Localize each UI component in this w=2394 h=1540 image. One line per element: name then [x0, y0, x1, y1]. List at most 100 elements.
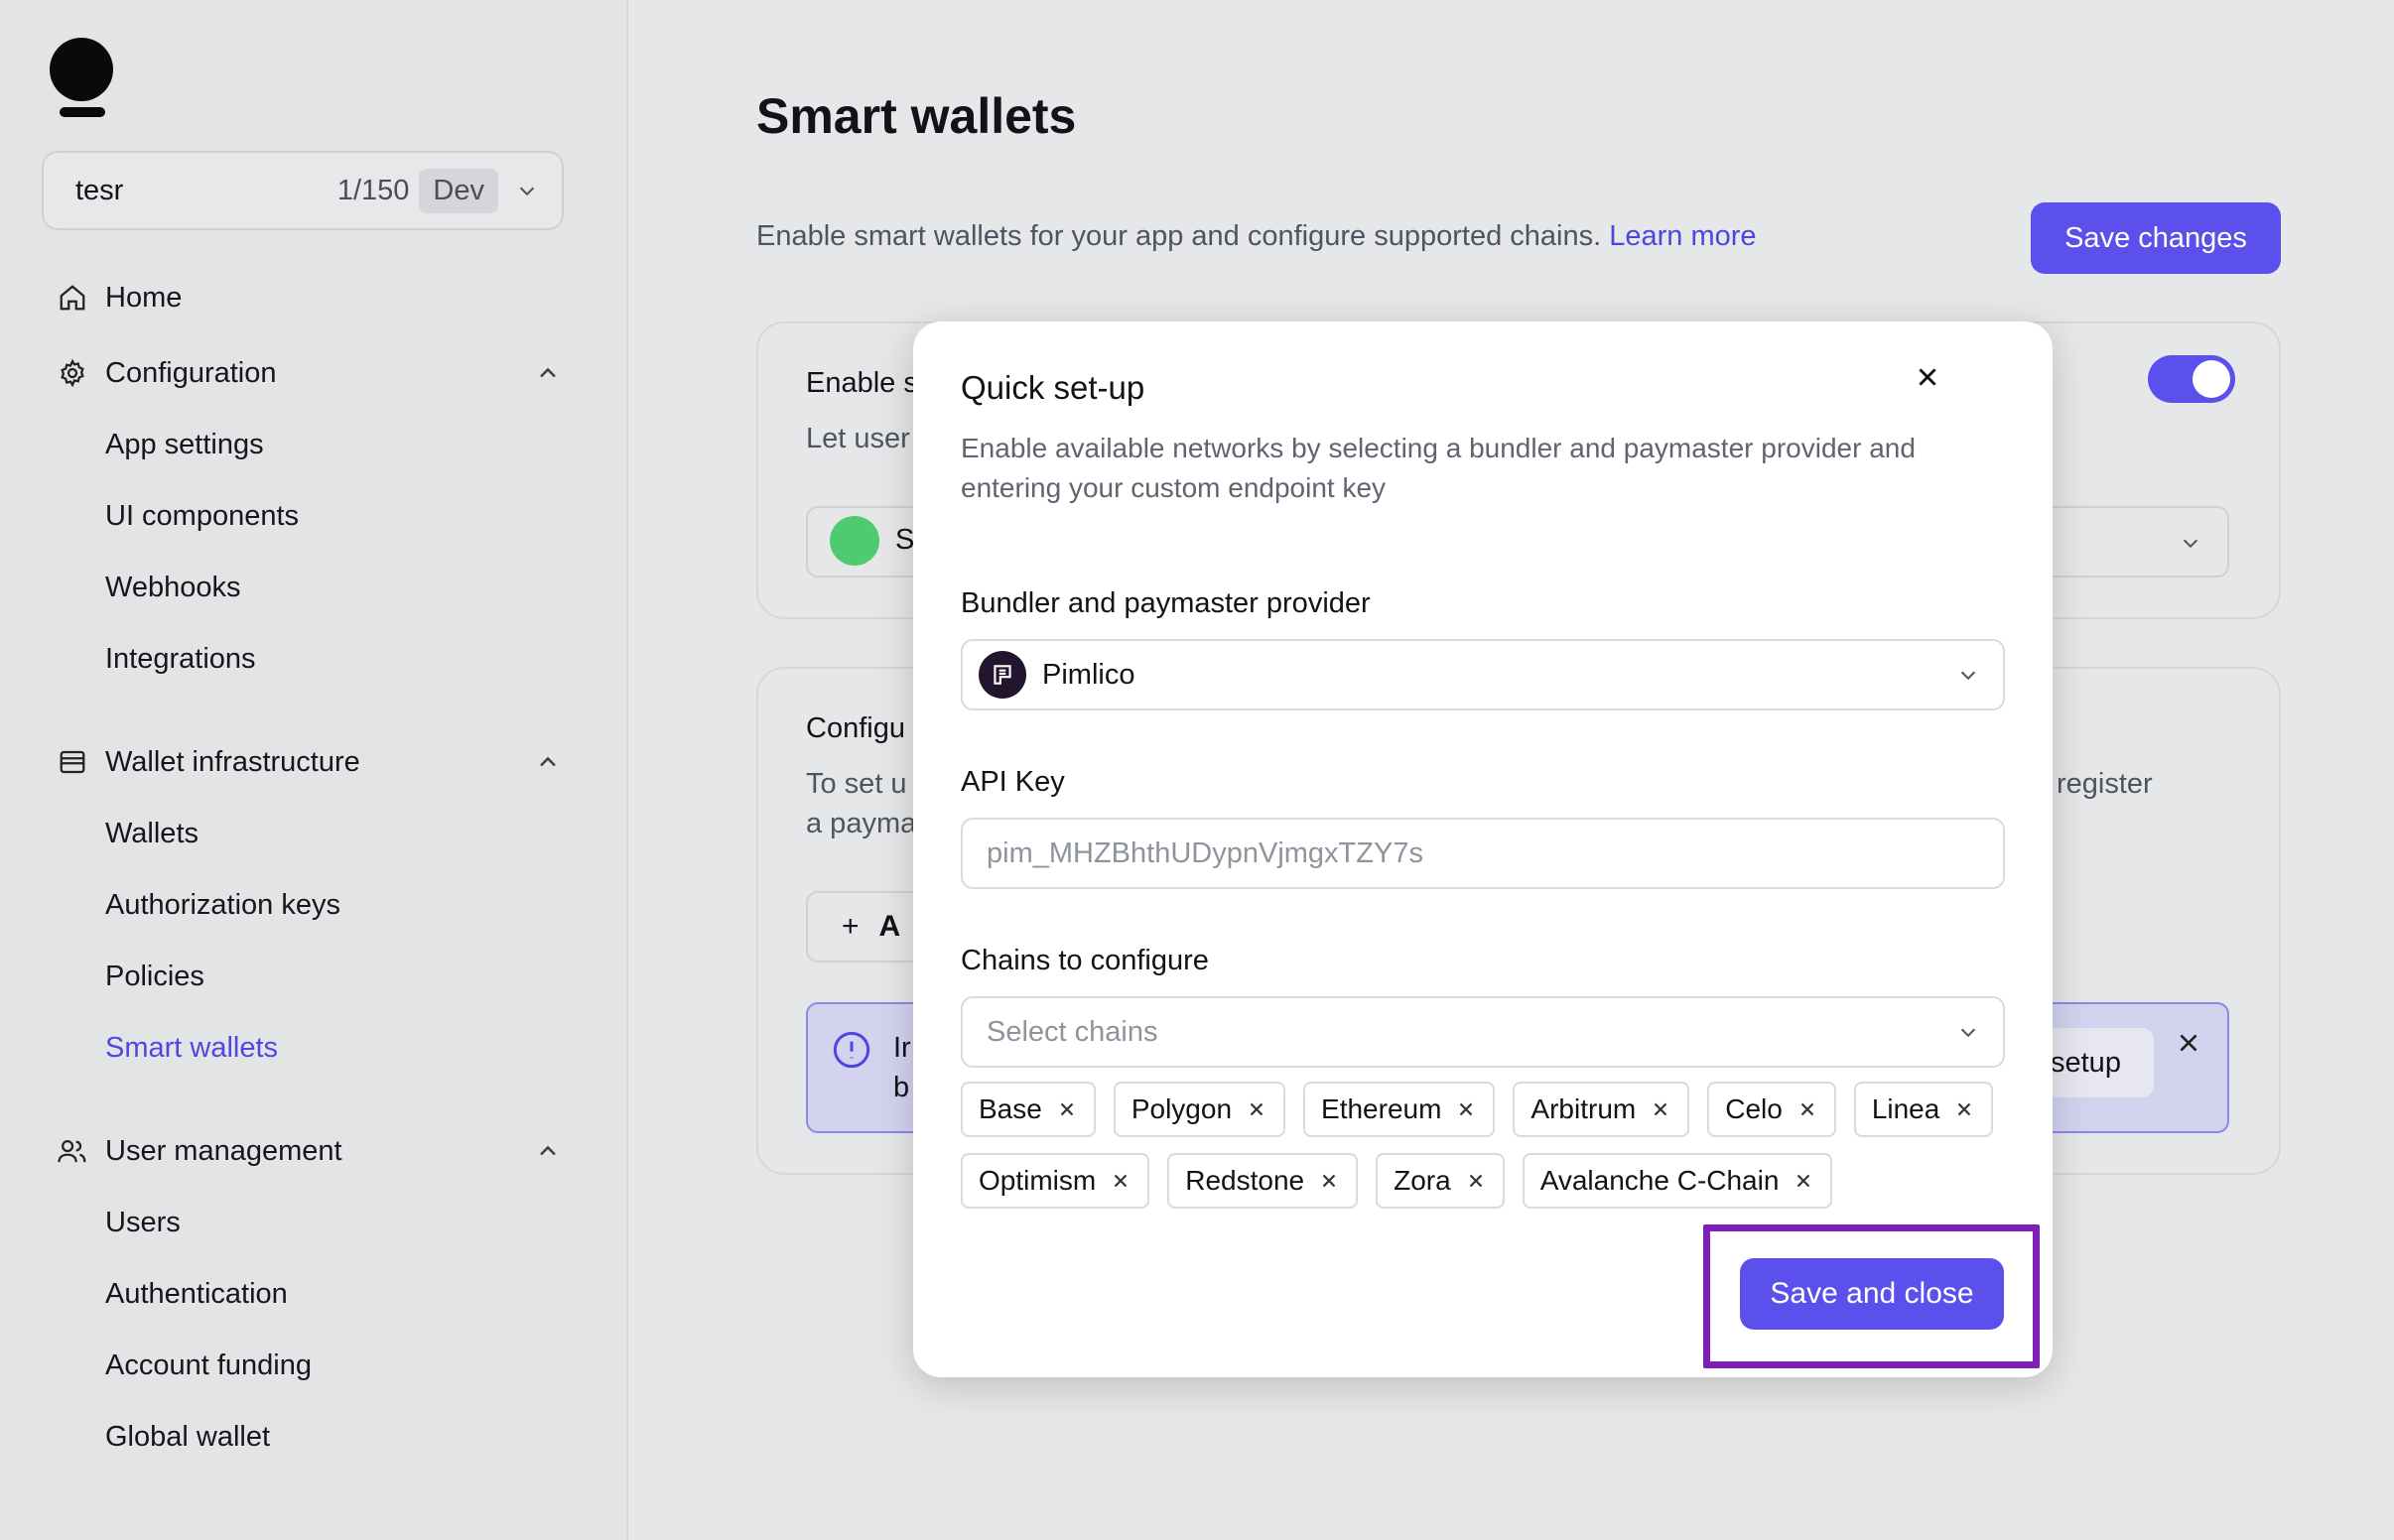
modal-close-button[interactable] — [1906, 355, 1949, 399]
home-icon — [56, 281, 89, 315]
sidebar-item-integrations[interactable]: Integrations — [105, 637, 256, 681]
sidebar-item-wallets[interactable]: Wallets — [105, 812, 199, 855]
chains-label: Chains to configure — [961, 945, 1209, 976]
remove-icon[interactable] — [1465, 1170, 1487, 1192]
card-description: a payma — [806, 808, 917, 839]
remove-icon[interactable] — [1953, 1098, 1975, 1120]
chevron-up-icon[interactable] — [534, 1137, 562, 1165]
chain-tag: Polygon — [1113, 1082, 1286, 1137]
remove-icon[interactable] — [1455, 1098, 1477, 1120]
description-text: Enable smart wallets for your app and co… — [756, 220, 1602, 252]
app-selector[interactable]: tesr 1/150 Dev — [42, 151, 564, 230]
remove-icon[interactable] — [1318, 1170, 1340, 1192]
chain-tag-label: Optimism — [979, 1165, 1097, 1196]
chain-tag: Linea — [1853, 1082, 1994, 1137]
remove-icon[interactable] — [1793, 1170, 1814, 1192]
sidebar-item-label: Wallet infrastructure — [105, 745, 360, 778]
chain-tag-label: Celo — [1725, 1093, 1783, 1124]
api-key-label: API Key — [961, 766, 1065, 798]
chevron-up-icon[interactable] — [534, 748, 562, 776]
chain-tag: Avalanche C-Chain — [1522, 1153, 1833, 1209]
chain-tag-label: Avalanche C-Chain — [1539, 1165, 1780, 1196]
chain-tag: Redstone — [1167, 1153, 1359, 1209]
sidebar-item-app-settings[interactable]: App settings — [105, 423, 264, 466]
banner-text: Ir — [893, 1032, 911, 1064]
sidebar-item-webhooks[interactable]: Webhooks — [105, 566, 241, 609]
chains-select[interactable]: Select chains — [961, 996, 2005, 1068]
chain-tag: Optimism — [961, 1153, 1150, 1209]
provider-select[interactable]: Pimlico — [961, 639, 2005, 710]
chain-tag: Zora — [1376, 1153, 1505, 1209]
sidebar-section-configuration[interactable]: Configuration — [56, 351, 277, 395]
pimlico-logo — [979, 651, 1026, 699]
remove-icon[interactable] — [1110, 1170, 1131, 1192]
app-name: tesr — [75, 174, 124, 206]
save-and-close-button[interactable]: Save and close — [1740, 1258, 2004, 1330]
env-badge: Dev — [419, 168, 498, 213]
chain-tag-label: Arbitrum — [1530, 1093, 1637, 1124]
sidebar: tesr 1/150 Dev Home Configuration App se… — [0, 0, 628, 1540]
chain-tag: Base — [961, 1082, 1096, 1137]
card-title: Enable s — [806, 367, 918, 399]
chevron-up-icon[interactable] — [534, 359, 562, 387]
chain-tag-label: Redstone — [1185, 1165, 1305, 1196]
sidebar-item-users[interactable]: Users — [105, 1201, 181, 1244]
sidebar-item-label: Configuration — [105, 356, 277, 389]
sidebar-item-policies[interactable]: Policies — [105, 955, 204, 998]
sidebar-item-smart-wallets[interactable]: Smart wallets — [105, 1026, 278, 1070]
sidebar-item-authentication[interactable]: Authentication — [105, 1272, 288, 1316]
users-icon — [56, 1134, 89, 1168]
enable-toggle[interactable] — [2148, 355, 2235, 403]
add-label: A — [878, 910, 901, 943]
close-icon[interactable] — [2176, 1030, 2201, 1056]
chevron-down-icon — [1960, 1028, 1976, 1038]
provider-logo — [830, 516, 879, 566]
banner-text: b — [893, 1072, 910, 1103]
sidebar-item-home[interactable]: Home — [56, 276, 182, 320]
selected-chains: Base Polygon Ethereum Arbitrum Celo Line… — [961, 1082, 2013, 1209]
sidebar-section-wallet-infrastructure[interactable]: Wallet infrastructure — [56, 740, 360, 784]
wallet-icon — [56, 745, 89, 779]
api-key-input[interactable]: pim_MHZBhthUDypnVjmgxTZY7s — [961, 818, 2005, 889]
modal-title: Quick set-up — [961, 369, 1145, 406]
quick-setup-modal: Quick set-up Enable available networks b… — [913, 321, 2053, 1377]
app-logo — [48, 38, 113, 119]
sidebar-item-ui-components[interactable]: UI components — [105, 494, 299, 538]
remove-icon[interactable] — [1796, 1098, 1818, 1120]
sidebar-item-label: Home — [105, 281, 183, 314]
card-description: To set u — [806, 768, 907, 800]
sidebar-item-global-wallet[interactable]: Global wallet — [105, 1415, 270, 1459]
learn-more-link[interactable]: Learn more — [1609, 220, 1756, 252]
provider-label: Bundler and paymaster provider — [961, 587, 1371, 619]
gear-icon — [56, 356, 89, 390]
remove-icon[interactable] — [1246, 1098, 1267, 1120]
api-key-placeholder: pim_MHZBhthUDypnVjmgxTZY7s — [987, 836, 1423, 869]
sidebar-item-authorization-keys[interactable]: Authorization keys — [105, 883, 340, 927]
sidebar-item-label: User management — [105, 1134, 342, 1167]
page-title: Smart wallets — [756, 88, 1077, 144]
save-changes-button[interactable]: Save changes — [2031, 202, 2281, 274]
chain-tag-label: Polygon — [1130, 1093, 1233, 1124]
chain-tag-label: Base — [979, 1093, 1042, 1124]
remove-icon[interactable] — [1056, 1098, 1078, 1120]
provider-value: Pimlico — [1042, 658, 1135, 691]
chevron-down-icon — [1960, 671, 1976, 681]
chain-tag: Ethereum — [1303, 1082, 1496, 1137]
chevron-down-icon — [519, 187, 535, 196]
chains-placeholder: Select chains — [987, 1015, 1158, 1048]
plus-icon: + — [842, 910, 860, 943]
card-description: register — [2057, 768, 2153, 800]
select-value: S — [895, 524, 915, 556]
close-icon — [1919, 368, 1936, 386]
chain-tag-label: Linea — [1871, 1093, 1940, 1124]
chevron-down-icon — [2183, 539, 2198, 549]
remove-icon[interactable] — [1650, 1098, 1671, 1120]
chain-tag: Celo — [1707, 1082, 1836, 1137]
sidebar-section-user-management[interactable]: User management — [56, 1129, 342, 1173]
chain-tag-label: Ethereum — [1321, 1093, 1442, 1124]
card-title: Configu — [806, 712, 905, 744]
chain-tag-label: Zora — [1394, 1165, 1451, 1196]
sidebar-item-account-funding[interactable]: Account funding — [105, 1344, 312, 1387]
page-description: Enable smart wallets for your app and co… — [756, 220, 1757, 253]
info-icon — [833, 1031, 870, 1069]
